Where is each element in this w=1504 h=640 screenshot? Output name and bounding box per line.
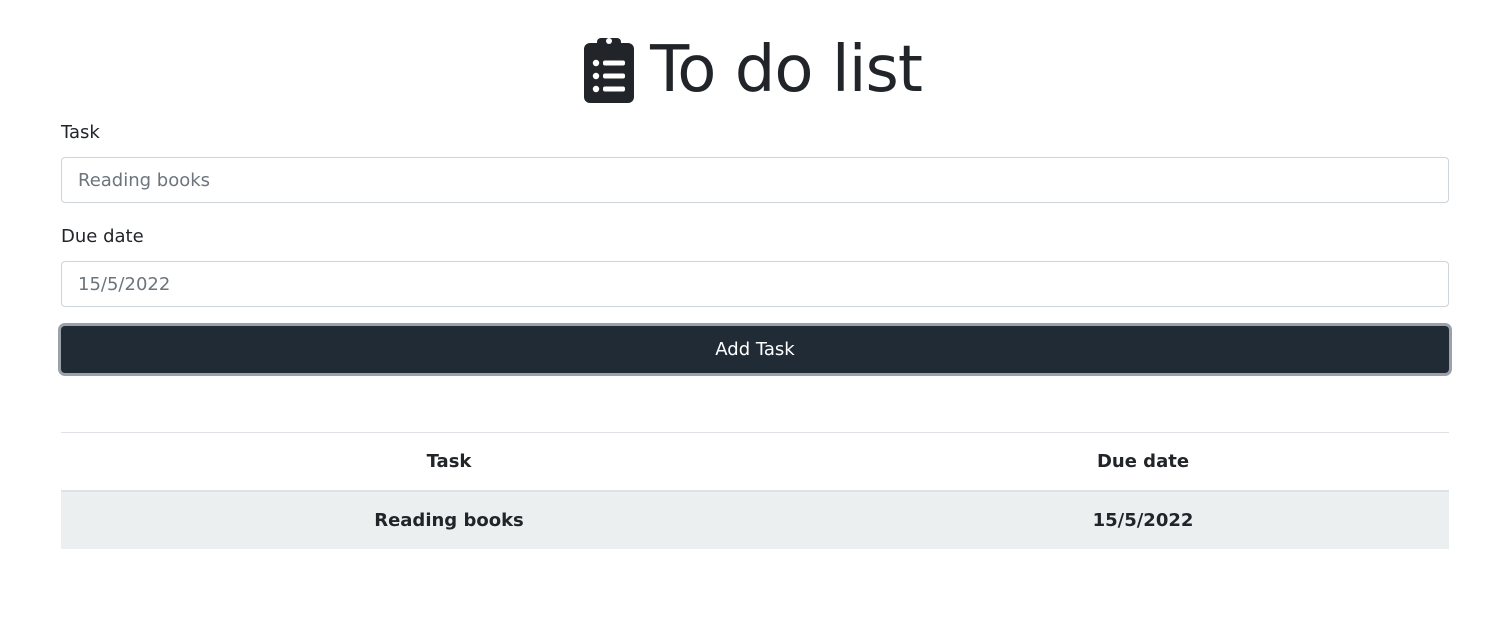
table-body: Reading books 15/5/2022: [61, 490, 1449, 549]
column-header-task: Task: [426, 450, 472, 472]
due-date-label: Due date: [61, 226, 144, 247]
table-header: Task Due date: [61, 432, 1449, 491]
table-header-row: Task Due date: [61, 432, 1449, 491]
column-header-due-date: Due date: [1096, 450, 1190, 472]
cell-task: Reading books: [374, 509, 524, 531]
cell-due-date: 15/5/2022: [1092, 509, 1194, 531]
due-date-input[interactable]: [61, 261, 1449, 307]
clipboard-list-icon: [582, 35, 636, 105]
table-row: Reading books 15/5/2022: [61, 490, 1449, 549]
task-table: Task Due date Reading books 15/5/2022: [61, 432, 1449, 549]
task-input[interactable]: [61, 157, 1449, 203]
header: To do list: [0, 30, 1504, 110]
add-task-button[interactable]: Add Task: [61, 326, 1449, 373]
page: To do list Task Due date Add Task Task D…: [0, 0, 1504, 640]
task-label: Task: [61, 122, 100, 143]
page-title: To do list: [650, 33, 923, 107]
